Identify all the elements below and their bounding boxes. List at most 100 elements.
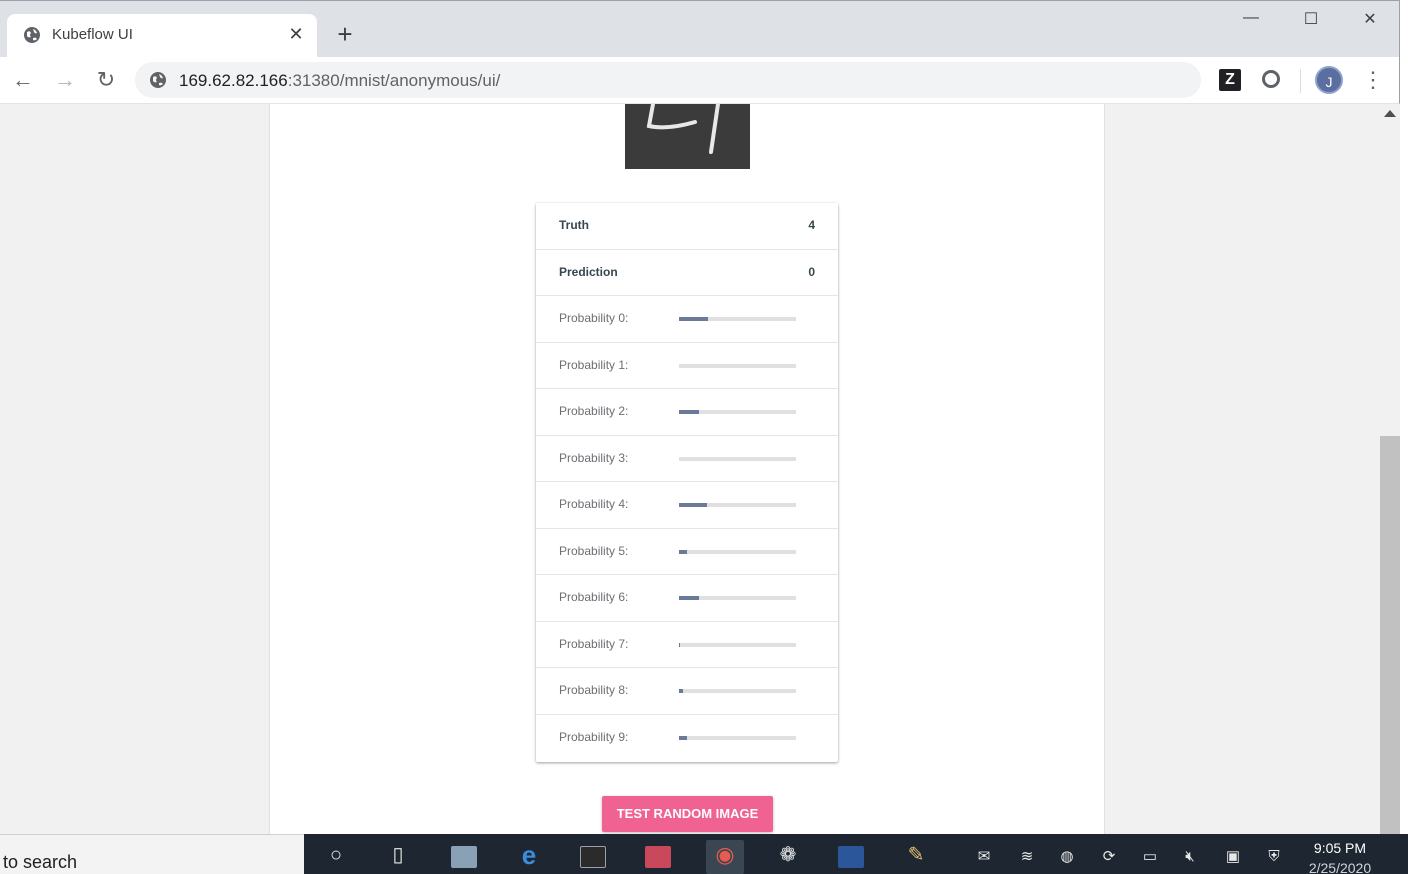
probability-label: Probability 1: — [559, 357, 629, 372]
probability-bar-fill — [679, 317, 709, 321]
page-viewport: Truth 4 Prediction 0 Probability 0: Proba… — [0, 104, 1380, 834]
gift-icon[interactable]: ❁ — [775, 842, 801, 868]
probability-label: Probability 8: — [559, 683, 629, 697]
probability-label: Probability 3: — [559, 450, 629, 465]
probability-label: Probability 2: — [559, 404, 629, 418]
toolbar-divider — [1300, 69, 1301, 93]
address-bar[interactable]: 169.62.82.166:31380/mnist/anonymous/ui/ — [135, 62, 1201, 98]
probability-bar — [679, 735, 796, 740]
cortana-icon[interactable]: ○ — [323, 842, 349, 868]
probability-row: Probability 9: — [536, 715, 838, 762]
clock-time: 9:05 PM — [1313, 840, 1367, 856]
battery-icon[interactable]: ▭ — [1141, 848, 1159, 866]
probability-bar — [679, 503, 796, 507]
globe-icon — [24, 27, 40, 43]
chrome-icon[interactable]: ◉ — [712, 842, 738, 868]
volume-muted-icon[interactable]: 🔇︎ — [1181, 848, 1199, 866]
sync-icon[interactable]: ⟳ — [1100, 848, 1118, 866]
shield-icon[interactable]: ⛨ — [1265, 848, 1283, 866]
probability-bar-fill — [679, 642, 681, 647]
notepad-icon[interactable] — [451, 846, 477, 868]
back-button[interactable]: ← — [10, 67, 36, 93]
screen: Kubeflow UI ✕ + — ☐ ✕ ← → ↻ 169.62.82.16… — [0, 0, 1408, 874]
page-scrollbar[interactable] — [1380, 104, 1400, 834]
probability-label: Probability 4: — [559, 497, 629, 511]
probability-bar — [679, 689, 796, 693]
probability-row: Probability 8: — [536, 668, 838, 715]
extension-ring-icon[interactable] — [1262, 70, 1280, 88]
probability-bar-fill — [679, 689, 683, 693]
mail-icon[interactable]: ✉ — [975, 848, 993, 866]
task-view-icon[interactable]: ▯ — [385, 842, 411, 868]
prediction-label: Prediction — [559, 264, 618, 279]
minimize-button[interactable]: — — [1236, 9, 1266, 35]
probability-bar — [679, 549, 796, 554]
scroll-up-arrow-icon[interactable] — [1384, 110, 1396, 117]
browser-tab-strip: Kubeflow UI ✕ + — ☐ ✕ — [0, 0, 1400, 58]
probability-row: Probability 7: — [536, 622, 838, 668]
taskbar-search-text: to search — [3, 852, 78, 872]
window-close-button[interactable]: ✕ — [1355, 9, 1385, 35]
clock-date: 2/25/2020 — [1308, 860, 1372, 874]
truth-value: 4 — [808, 218, 815, 232]
truth-label: Truth — [559, 218, 589, 232]
prediction-value: 0 — [808, 264, 815, 279]
wifi-icon[interactable]: ≋ — [1018, 848, 1036, 866]
reload-button[interactable]: ↻ — [93, 67, 119, 93]
prediction-row: Prediction 0 — [536, 250, 838, 296]
probability-label: Probability 7: — [559, 636, 629, 651]
probability-row: Probability 2: — [536, 389, 838, 436]
url-text: 169.62.82.166:31380/mnist/anonymous/ui/ — [179, 71, 500, 91]
tab-close-icon[interactable]: ✕ — [285, 23, 307, 45]
probability-label: Probability 5: — [559, 543, 629, 558]
folder-icon[interactable] — [645, 846, 671, 868]
test-random-image-button[interactable]: TEST RANDOM IMAGE — [602, 796, 773, 832]
tab-title: Kubeflow UI — [52, 26, 133, 43]
probability-bar — [679, 363, 796, 368]
word-icon[interactable] — [838, 846, 864, 868]
security-icon[interactable]: ◍ — [1058, 848, 1076, 866]
mnist-digit-image — [625, 104, 750, 169]
taskbar-search-box[interactable]: to search — [0, 834, 304, 874]
url-host: 169.62.82.166 — [179, 71, 288, 90]
probability-row: Probability 5: — [536, 529, 838, 575]
site-info-icon[interactable] — [149, 71, 167, 89]
probability-list: Probability 0: Probability 1: Probability … — [536, 296, 838, 761]
probability-row: Probability 6: — [536, 575, 838, 622]
truth-row: Truth 4 — [536, 203, 838, 250]
forward-button[interactable]: → — [52, 67, 78, 93]
browser-tab[interactable]: Kubeflow UI ✕ — [7, 14, 317, 58]
probability-bar-fill — [679, 549, 688, 554]
probability-label: Probability 9: — [559, 729, 629, 744]
scroll-thumb[interactable] — [1380, 436, 1400, 834]
probability-bar — [679, 642, 796, 647]
edge-icon[interactable]: e — [516, 842, 542, 868]
probability-bar — [679, 410, 796, 414]
probability-label: Probability 6: — [559, 590, 629, 604]
browser-menu-icon[interactable]: ⋮ — [1362, 67, 1384, 93]
probability-row: Probability 0: — [536, 296, 838, 343]
terminal-icon[interactable] — [580, 846, 606, 868]
url-path: :31380/mnist/anonymous/ui/ — [287, 71, 501, 90]
page-content: Truth 4 Prediction 0 Probability 0: Proba… — [269, 104, 1105, 834]
probability-bar-fill — [679, 735, 688, 740]
maximize-button[interactable]: ☐ — [1296, 9, 1326, 35]
probability-bar-fill — [679, 596, 699, 600]
probability-bar-fill — [679, 410, 699, 414]
probability-bar — [679, 456, 796, 461]
paint-icon[interactable]: ✎ — [903, 842, 929, 868]
new-tab-button[interactable]: + — [332, 21, 358, 47]
prediction-results-card: Truth 4 Prediction 0 Probability 0: Proba… — [536, 203, 838, 762]
probability-label: Probability 0: — [559, 311, 629, 325]
extension-z-icon[interactable]: Z — [1219, 69, 1241, 91]
browser-toolbar: ← → ↻ 169.62.82.166:31380/mnist/anonymou… — [0, 57, 1400, 104]
profile-avatar[interactable]: J — [1315, 66, 1343, 94]
probability-row: Probability 4: — [536, 482, 838, 529]
probability-row: Probability 3: — [536, 436, 838, 482]
windows-taskbar: to search ○ ▯ e ◉ ❁ ✎ ✉ ≋ ◍ ⟳ ▭ 🔇︎ ▣ ⛨ 9… — [0, 834, 1408, 874]
probability-bar — [679, 596, 796, 600]
probability-row: Probability 1: — [536, 343, 838, 389]
display-icon[interactable]: ▣ — [1224, 848, 1242, 866]
probability-bar-fill — [679, 503, 708, 507]
taskbar-clock[interactable]: 9:05 PM 2/25/2020 — [1300, 840, 1380, 874]
